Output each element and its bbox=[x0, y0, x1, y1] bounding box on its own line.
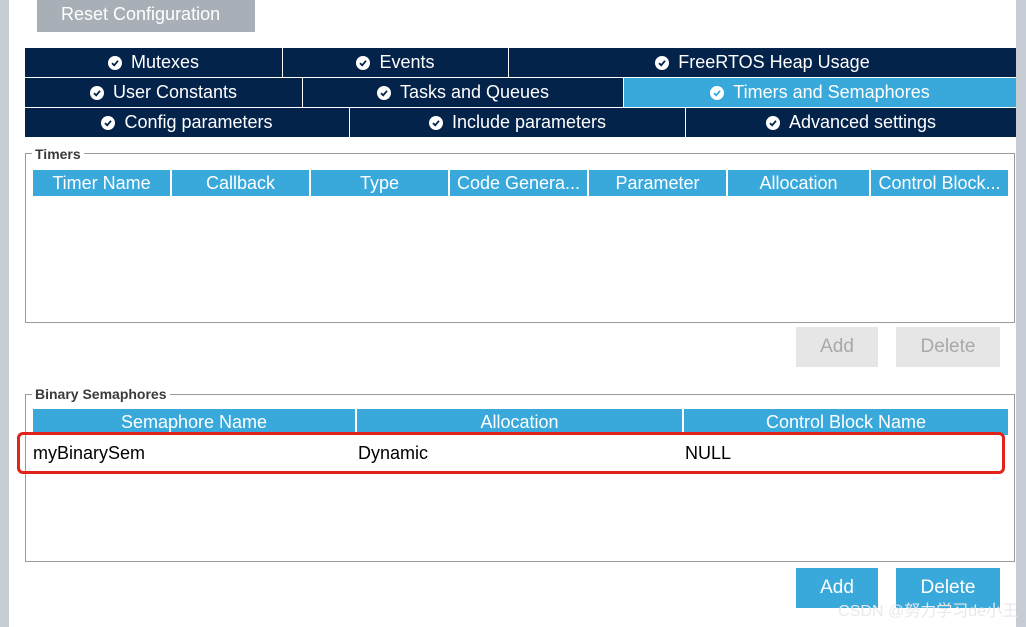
tab-timers-and-semaphores[interactable]: Timers and Semaphores bbox=[624, 78, 1016, 107]
check-circle-icon bbox=[765, 115, 780, 130]
check-circle-icon bbox=[89, 85, 104, 100]
timers-col-timer-name[interactable]: Timer Name bbox=[33, 170, 170, 196]
timers-col-allocation[interactable]: Allocation bbox=[728, 170, 869, 196]
tab-label: Include parameters bbox=[451, 112, 607, 132]
left-scrollbar[interactable] bbox=[0, 0, 9, 627]
check-circle-icon bbox=[376, 85, 391, 100]
tab-label: Advanced settings bbox=[788, 112, 937, 132]
tab-label: Config parameters bbox=[124, 112, 273, 132]
right-scrollbar[interactable] bbox=[1016, 0, 1026, 627]
binary-semaphores-legend: Binary Semaphores bbox=[32, 386, 170, 402]
tab-label: User Constants bbox=[112, 82, 238, 102]
tab-user-constants[interactable]: User Constants bbox=[25, 78, 303, 107]
timers-col-parameter[interactable]: Parameter bbox=[589, 170, 726, 196]
timers-delete-button[interactable]: Delete bbox=[896, 327, 1000, 367]
timers-col-callback[interactable]: Callback bbox=[172, 170, 309, 196]
check-circle-icon bbox=[655, 55, 670, 70]
timers-col-control-block[interactable]: Control Block... bbox=[871, 170, 1008, 196]
check-circle-icon bbox=[101, 115, 116, 130]
tab-label: Tasks and Queues bbox=[399, 82, 550, 102]
highlight-box bbox=[17, 432, 1005, 474]
tab-advanced-settings[interactable]: Advanced settings bbox=[686, 108, 1016, 137]
check-circle-icon bbox=[356, 55, 371, 70]
tab-label: Mutexes bbox=[130, 52, 200, 72]
tab-include-parameters[interactable]: Include parameters bbox=[350, 108, 686, 137]
timers-add-button[interactable]: Add bbox=[796, 327, 878, 367]
reset-configuration-button[interactable]: Reset Configuration bbox=[37, 0, 255, 32]
check-circle-icon bbox=[710, 85, 725, 100]
timers-col-type[interactable]: Type bbox=[311, 170, 448, 196]
tab-label: Timers and Semaphores bbox=[733, 82, 930, 102]
tab-events[interactable]: Events bbox=[283, 48, 509, 77]
timers-legend: Timers bbox=[32, 146, 84, 162]
check-circle-icon bbox=[107, 55, 122, 70]
tab-tasks-and-queues[interactable]: Tasks and Queues bbox=[303, 78, 624, 107]
tab-config-parameters[interactable]: Config parameters bbox=[25, 108, 350, 137]
tab-freertos-heap-usage[interactable]: FreeRTOS Heap Usage bbox=[509, 48, 1016, 77]
tab-label: Events bbox=[379, 52, 435, 72]
watermark: CSDN @努力学习de小王 bbox=[838, 603, 1018, 620]
timers-col-code-generation[interactable]: Code Genera... bbox=[450, 170, 587, 196]
check-circle-icon bbox=[428, 115, 443, 130]
tab-label: FreeRTOS Heap Usage bbox=[678, 52, 870, 72]
tab-mutexes[interactable]: Mutexes bbox=[25, 48, 283, 77]
